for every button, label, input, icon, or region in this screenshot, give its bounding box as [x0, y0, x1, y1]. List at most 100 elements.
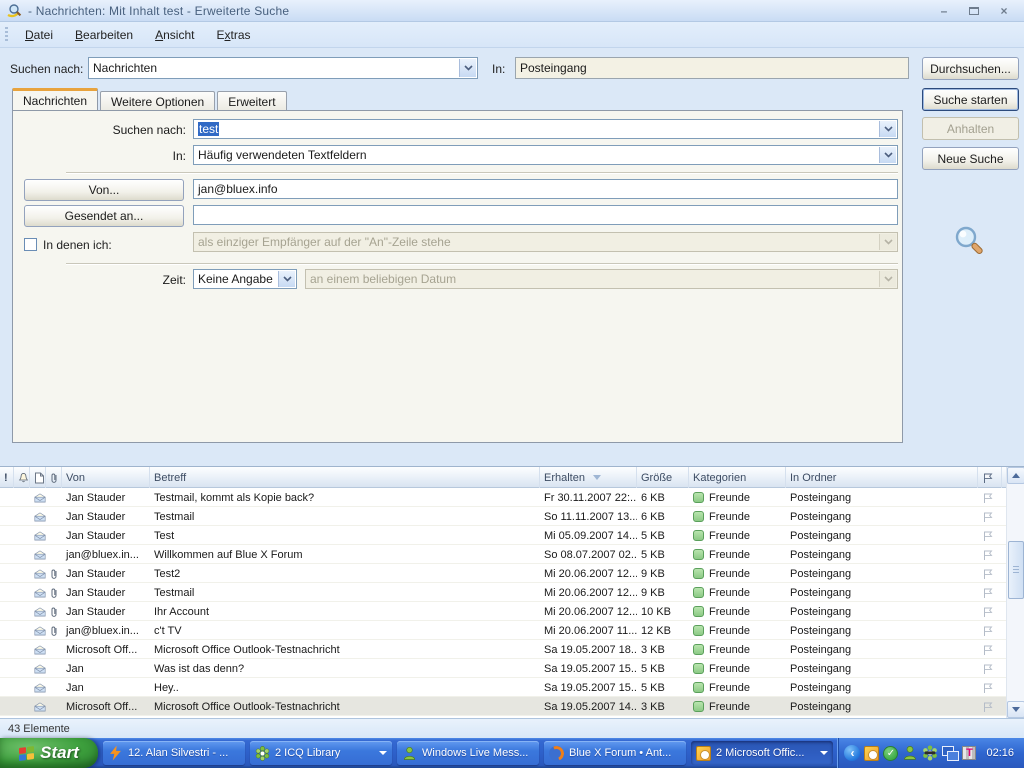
reminder-cell [14, 583, 30, 602]
message-row[interactable]: Microsoft Off... Microsoft Office Outloo… [0, 697, 1024, 716]
tab-nachrichten[interactable]: Nachrichten [12, 88, 98, 110]
attachment-column-header[interactable] [46, 467, 62, 488]
kategorien-column-header[interactable]: Kategorien [689, 467, 786, 488]
icq-offline-icon[interactable] [922, 745, 938, 761]
scroll-up-button[interactable] [1007, 467, 1024, 484]
message-row[interactable]: jan@bluex.in... c't TV Mi 20.06.2007 11.… [0, 621, 1024, 640]
search-text-combobox[interactable]: test [193, 119, 898, 139]
flag-cell[interactable] [978, 526, 1002, 545]
category-color-chip [693, 587, 704, 598]
start-search-button[interactable]: Suche starten [922, 88, 1019, 111]
chevron-down-icon [879, 234, 896, 250]
message-row[interactable]: Jan Hey.. Sa 19.05.2007 15... 5 KB Freun… [0, 678, 1024, 697]
menu-ansicht[interactable]: Ansicht [146, 25, 203, 45]
security-check-icon[interactable]: ✓ [883, 746, 898, 761]
flag-cell[interactable] [978, 564, 1002, 583]
in-ordner-column-header[interactable]: In Ordner [786, 467, 978, 488]
sent-to-button[interactable]: Gesendet an... [24, 205, 184, 227]
tab-erweitert[interactable]: Erweitert [217, 91, 286, 110]
reminder-bell-column-header[interactable] [14, 467, 30, 488]
flag-cell[interactable] [978, 583, 1002, 602]
arrow-up-icon [1012, 473, 1020, 478]
flag-cell[interactable] [978, 621, 1002, 640]
tab-weitere-optionen[interactable]: Weitere Optionen [100, 91, 215, 110]
chevron-down-icon[interactable] [879, 147, 896, 163]
taskbar-item-winamp[interactable]: 12. Alan Silvestri - ... [103, 741, 245, 765]
message-row[interactable]: Jan Stauder Ihr Account Mi 20.06.2007 12… [0, 602, 1024, 621]
mail-icon-cell [30, 545, 46, 564]
network-connection-icon[interactable] [942, 745, 958, 761]
von-column-header[interactable]: Von [62, 467, 150, 488]
betreff-cell: Hey.. [150, 678, 540, 697]
chevron-down-icon[interactable] [879, 121, 896, 137]
mail-icon-cell [30, 640, 46, 659]
scrollbar-thumb[interactable] [1008, 541, 1024, 599]
messenger-person-icon [402, 746, 417, 761]
taskbar-item-outlook[interactable]: 2 Microsoft Offic... [691, 741, 833, 765]
search-fields-combobox[interactable]: Häufig verwendeten Textfeldern [193, 145, 898, 165]
message-row[interactable]: Jan Was ist das denn? Sa 19.05.2007 15..… [0, 659, 1024, 678]
importance-cell [0, 659, 14, 678]
paperclip-icon [50, 625, 58, 637]
importance-cell [0, 621, 14, 640]
read-mail-icon [34, 625, 46, 637]
message-row[interactable]: Jan Stauder Test2 Mi 20.06.2007 12... 9 … [0, 564, 1024, 583]
flag-cell[interactable] [978, 678, 1002, 697]
menu-bearbeiten[interactable]: Bearbeiten [66, 25, 142, 45]
erhalten-column-header[interactable]: Erhalten [540, 467, 637, 488]
flag-cell[interactable] [978, 602, 1002, 621]
reminder-cell [14, 545, 30, 564]
message-row[interactable]: Microsoft Off... Microsoft Office Outloo… [0, 640, 1024, 659]
taskbar-item-messenger[interactable]: Windows Live Mess... [397, 741, 539, 765]
messenger-tray-icon[interactable] [902, 745, 918, 761]
minimize-button[interactable]: – [936, 4, 952, 18]
sent-to-field[interactable] [193, 205, 898, 225]
importance-column-header[interactable]: ! [0, 467, 14, 488]
message-row[interactable]: Jan Stauder Testmail So 11.11.2007 13...… [0, 507, 1024, 526]
search-type-combobox[interactable]: Nachrichten [88, 57, 478, 79]
betreff-column-header[interactable]: Betreff [150, 467, 540, 488]
hide-icons-chevron[interactable]: ‹ [844, 745, 860, 761]
vertical-scrollbar[interactable] [1006, 467, 1024, 718]
search-folder-field[interactable]: Posteingang [515, 57, 909, 79]
outlook-tray-icon[interactable] [864, 746, 879, 761]
flag-cell[interactable] [978, 640, 1002, 659]
menu-extras[interactable]: Extras [207, 25, 259, 45]
browse-button[interactable]: Durchsuchen... [922, 57, 1019, 80]
message-row[interactable]: jan@bluex.in... Willkommen auf Blue X Fo… [0, 545, 1024, 564]
toolbar-grip[interactable] [5, 27, 8, 43]
chevron-down-icon[interactable] [278, 271, 295, 287]
menu-datei[interactable]: Datei [16, 25, 62, 45]
message-row[interactable]: Jan Stauder Test Mi 05.09.2007 14... 5 K… [0, 526, 1024, 545]
betreff-cell: Microsoft Office Outlook-Testnachricht [150, 697, 540, 716]
flag-cell[interactable] [978, 697, 1002, 716]
flag-cell[interactable] [978, 507, 1002, 526]
message-row[interactable]: Jan Stauder Testmail Mi 20.06.2007 12...… [0, 583, 1024, 602]
erhalten-cell: Sa 19.05.2007 14... [540, 697, 637, 716]
flag-cell[interactable] [978, 545, 1002, 564]
from-field[interactable]: jan@bluex.info [193, 179, 898, 199]
flag-column-header[interactable] [978, 467, 1002, 488]
scroll-down-button[interactable] [1007, 701, 1024, 718]
chevron-down-icon[interactable] [459, 59, 476, 77]
flag-cell[interactable] [978, 488, 1002, 507]
taskbar-item-icq[interactable]: 2 ICQ Library [250, 741, 392, 765]
group-dropdown-icon[interactable] [820, 751, 828, 755]
time-combobox[interactable]: Keine Angabe [193, 269, 297, 289]
close-button[interactable]: × [996, 4, 1012, 18]
group-dropdown-icon[interactable] [379, 751, 387, 755]
t-online-icon[interactable]: T [962, 746, 976, 760]
from-button[interactable]: Von... [24, 179, 184, 201]
flag-cell[interactable] [978, 659, 1002, 678]
reminder-cell [14, 602, 30, 621]
start-button[interactable]: Start [0, 738, 98, 768]
maximize-button[interactable] [966, 4, 982, 18]
windows-logo-icon [19, 745, 34, 760]
new-search-button[interactable]: Neue Suche [922, 147, 1019, 170]
item-type-column-header[interactable] [30, 467, 46, 488]
message-row[interactable]: Jan Stauder Testmail, kommt als Kopie ba… [0, 488, 1024, 507]
groesse-column-header[interactable]: Größe [637, 467, 689, 488]
taskbar-item-firefox[interactable]: Blue X Forum • Ant... [544, 741, 686, 765]
kategorie-cell: Freunde [689, 678, 786, 697]
where-i-checkbox[interactable] [24, 238, 37, 251]
